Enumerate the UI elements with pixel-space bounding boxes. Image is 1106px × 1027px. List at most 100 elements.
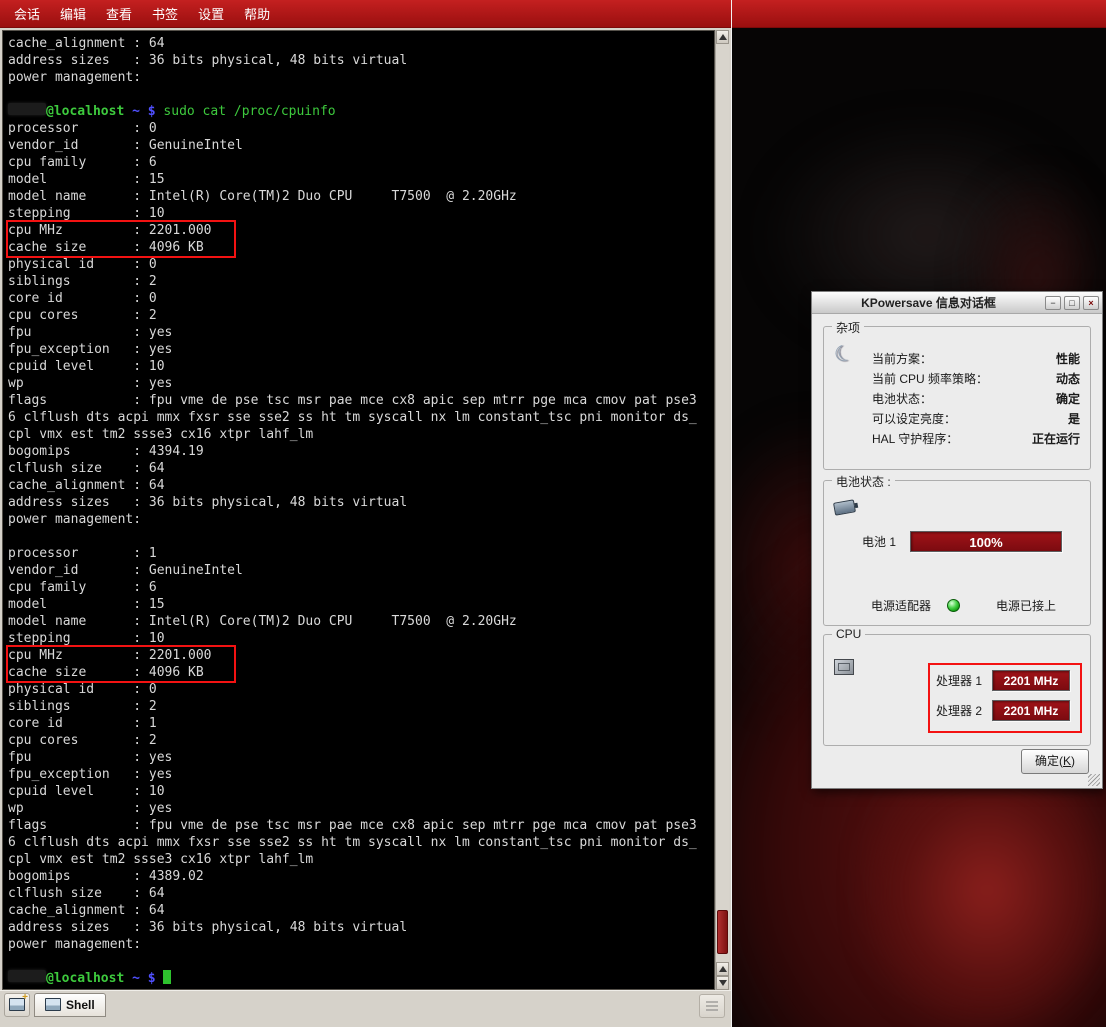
window-buttons: −□× [1042,296,1099,310]
menu-item[interactable]: 设置 [188,0,234,28]
terminal-line: model name : Intel(R) Core(TM)2 Duo CPU … [8,613,714,630]
annotation-box: cpu MHz : 2201.000cache size : 4096 KB [6,220,236,258]
terminal-line: clflush size : 64 [8,885,714,902]
terminal-line: fpu_exception : yes [8,341,714,358]
misc-info-rows: 当前方案：性能当前 CPU 频率策略：动态电池状态：确定可以设定亮度：是HAL … [824,327,1090,449]
terminal-line: fpu : yes [8,324,714,341]
prompt-host: @localhost [46,104,124,119]
terminal-line: clflush size : 64 [8,460,714,477]
terminal-line: cache_alignment : 64 [8,902,714,919]
terminal-line: cache size : 4096 KB [8,239,234,256]
annotation-box-cpu [928,663,1082,733]
terminal-line: address sizes : 36 bits physical, 48 bit… [8,919,714,936]
info-value: 是 [1068,409,1080,429]
menu-item[interactable]: 帮助 [234,0,280,28]
battery-group: 电池状态 : 电池 1 100% 电源适配器 电源已接上 [823,480,1091,626]
terminal-line: core id : 0 [8,290,714,307]
info-label: 当前方案： [872,349,1056,369]
battery-progressbar: 100% [910,531,1062,552]
plus-icon: + [22,993,28,1003]
terminal-line: processor : 1 [8,545,714,562]
terminal-line: cpu family : 6 [8,579,714,596]
terminal-line: bogomips : 4394.19 [8,443,714,460]
terminal-line: physical id : 0 [8,681,714,698]
battery-group-legend: 电池状态 : [832,473,895,490]
terminal-line [8,953,714,970]
arrow-up-icon [719,966,727,972]
scroll-up-button[interactable] [716,30,729,44]
terminal-line: vendor_id : GenuineIntel [8,562,714,579]
misc-group: 杂项 ☾ 当前方案：性能当前 CPU 频率策略：动态电池状态：确定可以设定亮度：… [823,326,1091,470]
info-row: 可以设定亮度：是 [872,409,1080,429]
kpowersave-dialog: KPowersave 信息对话框 −□× 杂项 ☾ 当前方案：性能当前 CPU … [811,291,1103,789]
menu-item[interactable]: 查看 [96,0,142,28]
battery-icon [833,499,856,515]
new-session-button[interactable]: + [4,993,30,1017]
terminal-line: flags : fpu vme de pse tsc msr pae mce c… [8,817,714,834]
terminal-line: wp : yes [8,375,714,392]
tab-shell-label: Shell [66,998,95,1012]
terminal-line: power management: [8,936,714,953]
terminal-scrollbar[interactable] [715,30,729,990]
session-tab-bar: + Shell [0,990,731,1018]
maximize-button[interactable]: □ [1064,296,1080,310]
terminal-line: cpl vmx est tm2 ssse3 cx16 xtpr lahf_lm [8,426,714,443]
prompt-path: ~ $ [124,971,163,986]
terminal-line: cpu cores : 2 [8,732,714,749]
terminal-window: 会话编辑查看书签设置帮助 cache_alignment : 64address… [0,0,731,1027]
tab-shell[interactable]: Shell [34,993,106,1017]
terminal-line: 6 clflush dts acpi mmx fxsr sse sse2 ss … [8,409,714,426]
menu-item[interactable]: 书签 [142,0,188,28]
terminal-line: 6 clflush dts acpi mmx fxsr sse sse2 ss … [8,834,714,851]
desktop-top-bar [732,0,1106,28]
battery-percent-text: 100% [969,535,1002,550]
menu-item[interactable]: 会话 [4,0,50,28]
menu-bar: 会话编辑查看书签设置帮助 [0,0,731,28]
terminal-line: wp : yes [8,800,714,817]
terminal-line: model : 15 [8,596,714,613]
scroll-up-button-bottom[interactable] [716,962,729,976]
terminal-line: model name : Intel(R) Core(TM)2 Duo CPU … [8,188,714,205]
arrow-up-icon [719,34,727,40]
info-value: 动态 [1056,369,1080,389]
typed-command: sudo cat /proc/cpuinfo [163,104,335,119]
info-label: 电池状态： [872,389,1056,409]
scroll-down-button[interactable] [716,976,729,990]
scrollbar-thumb[interactable] [717,910,728,954]
terminal-line: address sizes : 36 bits physical, 48 bit… [8,52,714,69]
ac-adapter-label: 电源适配器 [871,597,931,614]
cpu-chip-icon [834,659,854,675]
dialog-title-bar[interactable]: KPowersave 信息对话框 −□× [812,292,1102,314]
terminal-icon [45,998,61,1011]
resize-grip[interactable] [1088,774,1100,786]
terminal-line: cpuid level : 10 [8,783,714,800]
annotation-box: cpu MHz : 2201.000cache size : 4096 KB [6,645,236,683]
wallpaper-shade [862,750,1106,1027]
terminal-line: flags : fpu vme de pse tsc msr pae mce c… [8,392,714,409]
menu-item[interactable]: 编辑 [50,0,96,28]
terminal-line: stepping : 10 [8,205,714,222]
close-button[interactable]: × [1083,296,1099,310]
terminal-cursor [163,970,171,984]
ok-button-accesskey: K [1063,754,1071,768]
terminal-output[interactable]: cache_alignment : 64address sizes : 36 b… [2,30,715,990]
terminal-line [8,528,714,545]
info-value: 性能 [1056,349,1080,369]
terminal-line: cpu family : 6 [8,154,714,171]
info-label: 可以设定亮度： [872,409,1068,429]
misc-group-legend: 杂项 [832,319,864,336]
minimize-button[interactable]: − [1045,296,1061,310]
terminal-line: cpl vmx est tm2 ssse3 cx16 xtpr lahf_lm [8,851,714,868]
ok-button[interactable]: 确定(K) [1021,749,1089,774]
terminal-line: cpu cores : 2 [8,307,714,324]
terminal-line: model : 15 [8,171,714,188]
terminal-line: vendor_id : GenuineIntel [8,137,714,154]
arrow-down-icon [719,980,727,986]
terminal-line: power management: [8,69,714,86]
ac-status-text: 电源已接上 [996,597,1056,614]
terminal-line: core id : 1 [8,715,714,732]
ac-adapter-row: 电源适配器 电源已接上 [871,597,1056,614]
terminal-line: cpu MHz : 2201.000 [8,647,234,664]
session-list-button[interactable] [699,994,725,1018]
terminal-line: processor : 0 [8,120,714,137]
